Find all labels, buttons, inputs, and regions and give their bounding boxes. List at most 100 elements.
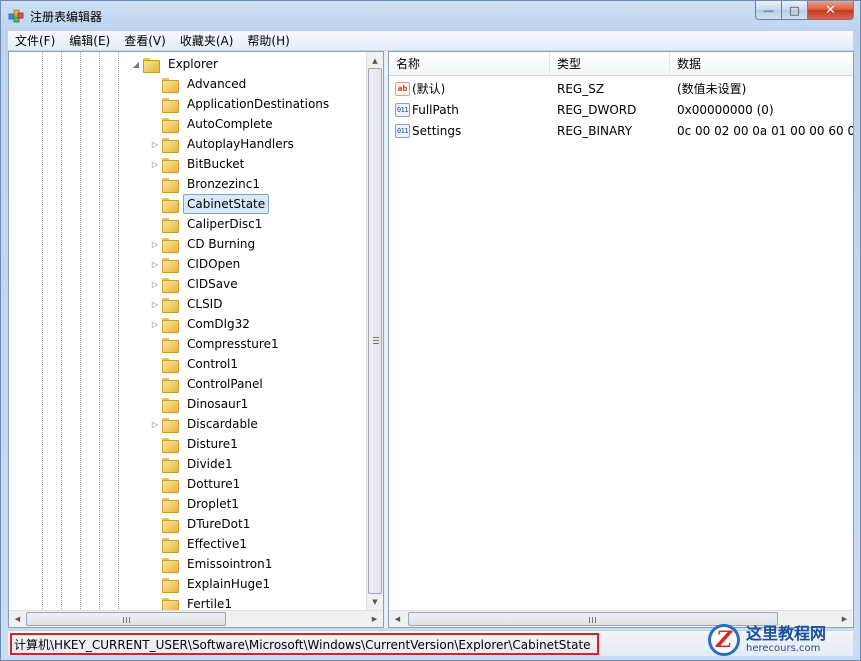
- tree-item-label: Control1: [187, 357, 239, 371]
- collapse-arrow-icon[interactable]: ◢: [131, 60, 141, 69]
- tree-item[interactable]: ApplicationDestinations: [150, 94, 333, 114]
- tree-item[interactable]: Droplet1: [150, 494, 243, 514]
- folder-icon: [162, 157, 179, 173]
- tree-item[interactable]: ControlPanel: [150, 374, 267, 394]
- tree-item-label: Effective1: [187, 537, 247, 551]
- registry-key-tree[interactable]: ◢ Explorer Advanced ApplicationDestinati…: [8, 51, 384, 628]
- expand-arrow-icon[interactable]: ▷: [150, 140, 160, 149]
- tree-item-selected[interactable]: CabinetState: [150, 194, 270, 214]
- menu-view[interactable]: 查看(V): [117, 31, 173, 51]
- menu-edit[interactable]: 编辑(E): [62, 31, 117, 51]
- folder-icon: [162, 557, 179, 573]
- tree-item[interactable]: Compressture1: [150, 334, 283, 354]
- tree-item-label: ExplainHuge1: [187, 577, 271, 591]
- menu-file[interactable]: 文件(F): [8, 31, 62, 51]
- tree-item[interactable]: Bronzezinc1: [150, 174, 264, 194]
- expand-arrow-icon[interactable]: ▷: [150, 420, 160, 429]
- open-folder-icon: [143, 57, 160, 73]
- column-data[interactable]: 数据: [670, 52, 853, 76]
- tree-item-label: ControlPanel: [187, 377, 263, 391]
- expand-arrow-icon[interactable]: ▷: [150, 260, 160, 269]
- tree-item-label: AutoplayHandlers: [187, 137, 294, 151]
- minimize-button[interactable]: —: [755, 1, 782, 20]
- tree-item-label: DTureDot1: [187, 517, 251, 531]
- value-row[interactable]: ab (默认) REG_SZ (数值未设置): [389, 78, 853, 99]
- binary-value-icon: 011: [395, 102, 410, 117]
- tree-item[interactable]: AutoComplete: [150, 114, 277, 134]
- value-data: (数值未设置): [677, 82, 747, 96]
- folder-icon: [162, 477, 179, 493]
- title-bar[interactable]: 注册表编辑器 — □ ✕: [1, 1, 860, 31]
- scroll-down-arrow-icon[interactable]: ▼: [367, 593, 383, 610]
- tree-item[interactable]: ▷ ComDlg32: [150, 314, 254, 334]
- tree-item[interactable]: ExplainHuge1: [150, 574, 274, 594]
- folder-icon: [162, 457, 179, 473]
- registry-editor-window: 注册表编辑器 — □ ✕ 文件(F) 编辑(E) 查看(V) 收藏夹(A) 帮助…: [0, 0, 861, 661]
- folder-icon: [162, 217, 179, 233]
- tree-item[interactable]: Effective1: [150, 534, 251, 554]
- value-type: REG_DWORD: [557, 102, 637, 117]
- tree-vertical-scrollbar[interactable]: ▲ ▼: [366, 52, 383, 610]
- registry-editor-icon: [8, 9, 24, 23]
- tree-item[interactable]: ▷ CIDOpen: [150, 254, 244, 274]
- column-type[interactable]: 类型: [550, 52, 670, 76]
- maximize-button[interactable]: □: [782, 1, 808, 20]
- scrollbar-thumb[interactable]: [368, 68, 382, 594]
- expand-arrow-icon[interactable]: ▷: [150, 300, 160, 309]
- scrollbar-thumb[interactable]: [26, 612, 226, 626]
- tree-item[interactable]: ▷ AutoplayHandlers: [150, 134, 298, 154]
- expand-arrow-icon[interactable]: ▷: [150, 320, 160, 329]
- folder-icon: [162, 237, 179, 253]
- tree-item[interactable]: CaliperDisc1: [150, 214, 266, 234]
- scroll-left-arrow-icon[interactable]: ◀: [9, 611, 26, 627]
- tree-item[interactable]: ▷ CD Burning: [150, 234, 259, 254]
- scroll-left-arrow-icon[interactable]: ◀: [389, 611, 406, 627]
- registry-values-list[interactable]: 名称 类型 数据 ab (默认) REG_SZ (数值未设置) 011 Full…: [388, 51, 854, 628]
- tree-item-label: CLSID: [187, 297, 223, 311]
- window-controls: — □ ✕: [755, 1, 854, 20]
- folder-icon: [162, 497, 179, 513]
- expand-arrow-icon[interactable]: ▷: [150, 240, 160, 249]
- tree-item[interactable]: ▷ CLSID: [150, 294, 226, 314]
- value-row[interactable]: 011 Settings REG_BINARY 0c 00 02 00 0a 0…: [389, 120, 853, 141]
- value-row[interactable]: 011 FullPath REG_DWORD 0x00000000 (0): [389, 99, 853, 120]
- tree-item[interactable]: Dotture1: [150, 474, 244, 494]
- tree-item-explorer[interactable]: ◢ Explorer: [131, 54, 222, 74]
- tree-item[interactable]: ▷ CIDSave: [150, 274, 242, 294]
- column-name[interactable]: 名称: [389, 52, 550, 76]
- tree-item[interactable]: Advanced: [150, 74, 250, 94]
- tree-item[interactable]: DTureDot1: [150, 514, 254, 534]
- scroll-up-arrow-icon[interactable]: ▲: [367, 52, 383, 69]
- tree-item[interactable]: Disture1: [150, 434, 242, 454]
- value-name: (默认): [412, 82, 446, 96]
- tree-horizontal-scrollbar[interactable]: ◀ ▶: [9, 610, 383, 627]
- window-title: 注册表编辑器: [30, 10, 103, 24]
- folder-icon: [162, 297, 179, 313]
- tree-item[interactable]: Divide1: [150, 454, 237, 474]
- tree-item-label: Advanced: [187, 77, 247, 91]
- binary-value-icon: 011: [395, 123, 410, 138]
- tree-item[interactable]: Dinosaur1: [150, 394, 252, 414]
- folder-icon: [162, 137, 179, 153]
- tree-item-label: Explorer: [168, 57, 218, 71]
- folder-icon: [162, 397, 179, 413]
- registry-path: 计算机\HKEY_CURRENT_USER\Software\Microsoft…: [10, 633, 599, 655]
- tree-item[interactable]: Emissointron1: [150, 554, 276, 574]
- value-name-cell: ab (默认): [389, 80, 550, 97]
- scroll-right-arrow-icon[interactable]: ▶: [366, 611, 383, 627]
- tree-item[interactable]: Control1: [150, 354, 242, 374]
- value-type: REG_BINARY: [557, 123, 633, 138]
- value-name: Settings: [412, 123, 462, 138]
- tree-item[interactable]: ▷ Discardable: [150, 414, 262, 434]
- close-button[interactable]: ✕: [808, 1, 854, 20]
- menu-favorites[interactable]: 收藏夹(A): [173, 31, 241, 51]
- value-name: FullPath: [412, 102, 459, 117]
- value-name-cell: 011 FullPath: [389, 102, 550, 117]
- expand-arrow-icon[interactable]: ▷: [150, 280, 160, 289]
- expand-arrow-icon[interactable]: ▷: [150, 160, 160, 169]
- folder-icon: [162, 337, 179, 353]
- folder-icon: [162, 357, 179, 373]
- folder-icon: [162, 517, 179, 533]
- menu-help[interactable]: 帮助(H): [240, 31, 296, 51]
- tree-item[interactable]: ▷ BitBucket: [150, 154, 248, 174]
